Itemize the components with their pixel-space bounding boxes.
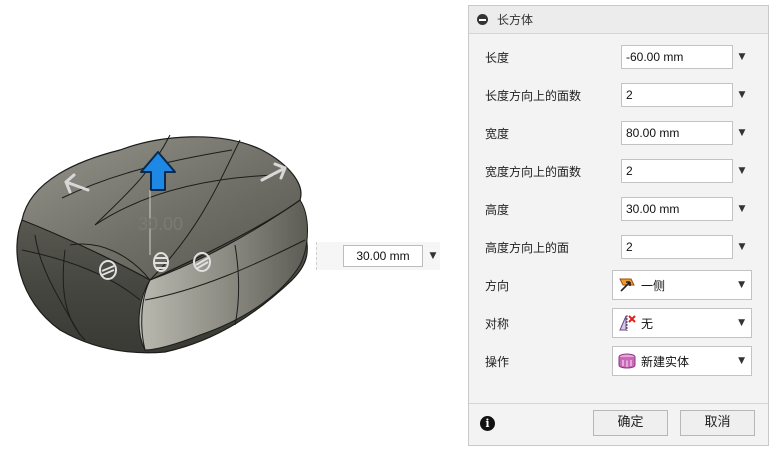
height-input[interactable]: 30.00 mm [621,197,733,221]
dialog-body: 长度 -60.00 mm ▼ 长度方向上的面数 2 ▼ 宽度 80.00 mm … [469,34,768,410]
height-faces-label: 高度方向上的面 [485,241,570,255]
height-faces-input[interactable]: 2 [621,235,733,259]
symmetry-label: 对称 [485,317,510,331]
cancel-button[interactable]: 取消 [680,410,755,436]
row-length: 长度 -60.00 mm ▼ [469,40,768,74]
operation-label: 操作 [485,355,510,369]
height-inline-input[interactable]: 30.00 mm [343,245,423,267]
row-symmetry: 对称 无 ▼ [469,306,768,340]
operation-value: 新建实体 [641,354,690,369]
chevron-down-icon: ▼ [738,280,745,290]
row-height: 高度 30.00 mm ▼ [469,192,768,226]
t-spline-box-model[interactable] [0,0,470,455]
chevron-down-icon[interactable]: ▼ [735,83,749,107]
row-height-faces: 高度方向上的面 2 ▼ [469,230,768,264]
row-operation: 操作 新建实体 ▼ [469,344,768,378]
width-faces-input[interactable]: 2 [621,159,733,183]
collapse-icon[interactable] [477,14,488,25]
chevron-down-icon: ▼ [738,318,745,328]
width-label: 宽度 [485,127,510,141]
info-icon[interactable]: i [480,416,495,431]
dialog-header[interactable]: 长方体 [469,6,768,34]
length-label: 长度 [485,51,510,65]
height-inline-input-box: 30.00 mm ▼ [316,242,440,270]
height-dimension-label: 30.00 [138,214,184,234]
length-input[interactable]: -60.00 mm [621,45,733,69]
chevron-down-icon[interactable]: ▼ [735,235,749,259]
direction-label: 方向 [485,279,510,293]
chevron-down-icon[interactable]: ▼ [427,245,439,267]
one-side-direction-icon [619,278,635,292]
dialog-footer: i 确定 取消 [469,403,768,445]
row-length-faces: 长度方向上的面数 2 ▼ [469,78,768,112]
row-width: 宽度 80.00 mm ▼ [469,116,768,150]
length-faces-input[interactable]: 2 [621,83,733,107]
row-direction: 方向 一侧 ▼ [469,268,768,302]
symmetry-value: 无 [641,316,654,331]
no-symmetry-icon [619,315,636,331]
operation-select[interactable]: 新建实体 ▼ [612,346,752,376]
new-body-icon [618,353,636,369]
chevron-down-icon[interactable]: ▼ [735,45,749,69]
width-faces-label: 宽度方向上的面数 [485,165,582,179]
box-dialog: 长方体 长度 -60.00 mm ▼ 长度方向上的面数 2 ▼ 宽度 80.00… [468,5,769,446]
canvas-viewport[interactable]: 30.00 30.00 mm ▼ [0,0,470,455]
row-width-faces: 宽度方向上的面数 2 ▼ [469,154,768,188]
chevron-down-icon[interactable]: ▼ [735,197,749,221]
chevron-down-icon: ▼ [738,356,745,366]
chevron-down-icon[interactable]: ▼ [735,121,749,145]
ok-button[interactable]: 确定 [593,410,668,436]
height-label: 高度 [485,203,510,217]
dialog-title: 长方体 [497,13,534,27]
direction-select[interactable]: 一侧 ▼ [612,270,752,300]
chevron-down-icon[interactable]: ▼ [735,159,749,183]
width-input[interactable]: 80.00 mm [621,121,733,145]
direction-value: 一侧 [641,278,666,293]
symmetry-select[interactable]: 无 ▼ [612,308,752,338]
length-faces-label: 长度方向上的面数 [485,89,582,103]
